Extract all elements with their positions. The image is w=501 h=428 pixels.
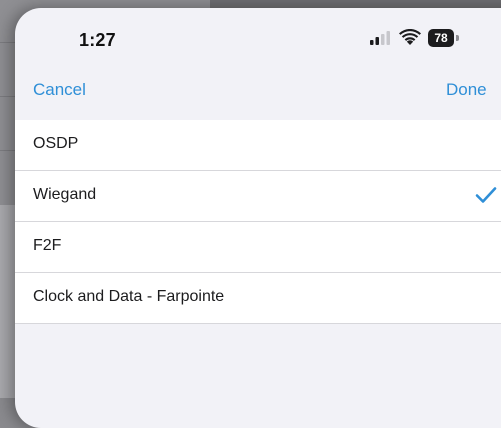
option-row-wiegand[interactable]: Wiegand [15,171,501,222]
wifi-icon [399,29,421,45]
selection-sheet: 1:27 78 Cancel Done OSDP Wiegand F2F Clo… [15,8,501,428]
option-row-f2f[interactable]: F2F [15,222,501,273]
option-label: Clock and Data - Farpointe [33,288,225,305]
battery-cap [456,35,459,41]
option-label: OSDP [33,135,79,152]
options-list: OSDP Wiegand F2F Clock and Data - Farpoi… [15,120,501,324]
battery-icon: 78 [428,29,460,47]
cancel-button[interactable]: Cancel [33,80,86,100]
option-row-clock-and-data[interactable]: Clock and Data - Farpointe [15,273,501,324]
done-button[interactable]: Done [446,80,487,100]
status-bar: 1:27 78 [15,8,501,64]
checkmark-icon [475,187,497,203]
status-time: 1:27 [79,30,116,50]
battery-level: 78 [428,29,454,47]
nav-bar: Cancel Done [15,70,501,114]
option-label: F2F [33,237,62,254]
option-label: Wiegand [33,186,97,203]
option-row-osdp[interactable]: OSDP [15,120,501,171]
cellular-signal-icon [370,31,390,45]
status-icons: 78 [370,28,501,48]
